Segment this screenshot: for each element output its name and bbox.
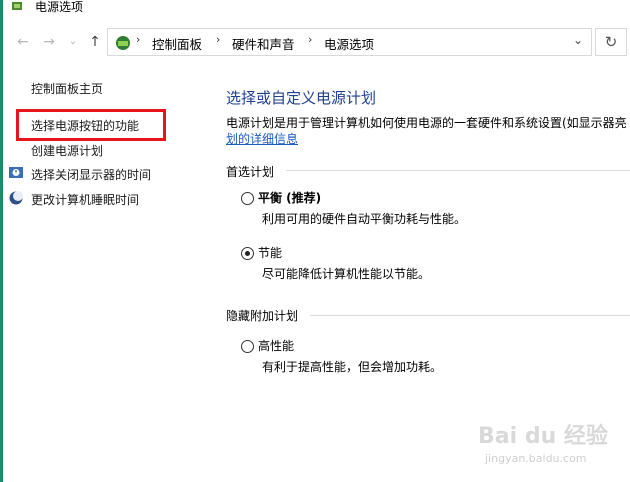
plan-high-performance-name[interactable]: 高性能 xyxy=(258,337,294,354)
page-description: 电源计划是用于管理计算机如何使用电源的一套硬件和系统设置(如显示器亮 xyxy=(226,116,627,130)
address-dropdown-icon[interactable]: ⌄ xyxy=(573,33,583,47)
plan-balanced-name[interactable]: 平衡 (推荐) xyxy=(258,189,321,206)
plan-balanced-desc: 利用可用的硬件自动平衡功耗与性能。 xyxy=(262,212,467,226)
arrow-up-icon[interactable]: ↑ xyxy=(85,32,105,52)
arrow-right-icon[interactable]: → xyxy=(39,32,59,52)
title-bar: 电源选项 xyxy=(3,0,630,22)
hidden-plans-label[interactable]: 隐藏附加计划 xyxy=(226,307,298,324)
plan-balanced-radio[interactable] xyxy=(241,192,254,205)
plan-power-saver-desc: 尽可能降低计算机性能以节能。 xyxy=(262,267,431,281)
navigation-bar: ← → ⌄ ↑ › 控制面板 › 硬件和声音 › 电源选项 ⌄ ↻ xyxy=(3,22,630,62)
refresh-icon[interactable]: ↻ xyxy=(595,28,627,56)
preferred-plans-label: 首选计划 xyxy=(226,165,275,179)
group-divider xyxy=(310,315,630,316)
breadcrumb-separator-icon: › xyxy=(136,33,141,46)
sidebar-item-display-off[interactable]: 选择关闭显示器的时间 xyxy=(31,166,151,183)
details-link[interactable]: 划的详细信息 xyxy=(226,130,298,147)
page-title: 选择或自定义电源计划 xyxy=(226,89,377,107)
plan-high-performance-radio[interactable] xyxy=(241,340,254,353)
group-divider xyxy=(286,170,630,171)
control-panel-icon xyxy=(116,36,130,50)
sidebar-item-control-panel-home[interactable]: 控制面板主页 xyxy=(31,80,103,97)
clock-icon xyxy=(9,167,23,178)
highlight-box xyxy=(16,109,166,141)
breadcrumb-control-panel[interactable]: 控制面板 xyxy=(152,34,202,53)
sidebar-item-create-plan[interactable]: 创建电源计划 xyxy=(31,142,103,159)
watermark-url: jingyan.baidu.com xyxy=(485,452,587,465)
plan-high-performance-desc: 有利于提高性能，但会增加功耗。 xyxy=(262,360,443,374)
arrow-left-icon[interactable]: ← xyxy=(13,32,33,52)
sidebar-item-sleep[interactable]: 更改计算机睡眠时间 xyxy=(31,191,139,208)
address-bar[interactable]: › 控制面板 › 硬件和声音 › 电源选项 ⌄ xyxy=(107,28,592,56)
breadcrumb-hardware-sound[interactable]: 硬件和声音 xyxy=(232,34,295,53)
breadcrumb-separator-icon: › xyxy=(216,33,221,46)
chevron-down-icon[interactable]: ⌄ xyxy=(63,32,83,52)
breadcrumb-separator-icon: › xyxy=(308,33,313,46)
plan-power-saver-radio[interactable] xyxy=(241,247,254,260)
window-title: 电源选项 xyxy=(35,0,84,14)
plan-power-saver-name[interactable]: 节能 xyxy=(258,244,282,261)
watermark-logo: Bai du 经验 xyxy=(478,424,608,449)
power-options-icon xyxy=(12,2,22,10)
moon-icon xyxy=(9,191,23,205)
breadcrumb-power-options[interactable]: 电源选项 xyxy=(324,34,374,53)
